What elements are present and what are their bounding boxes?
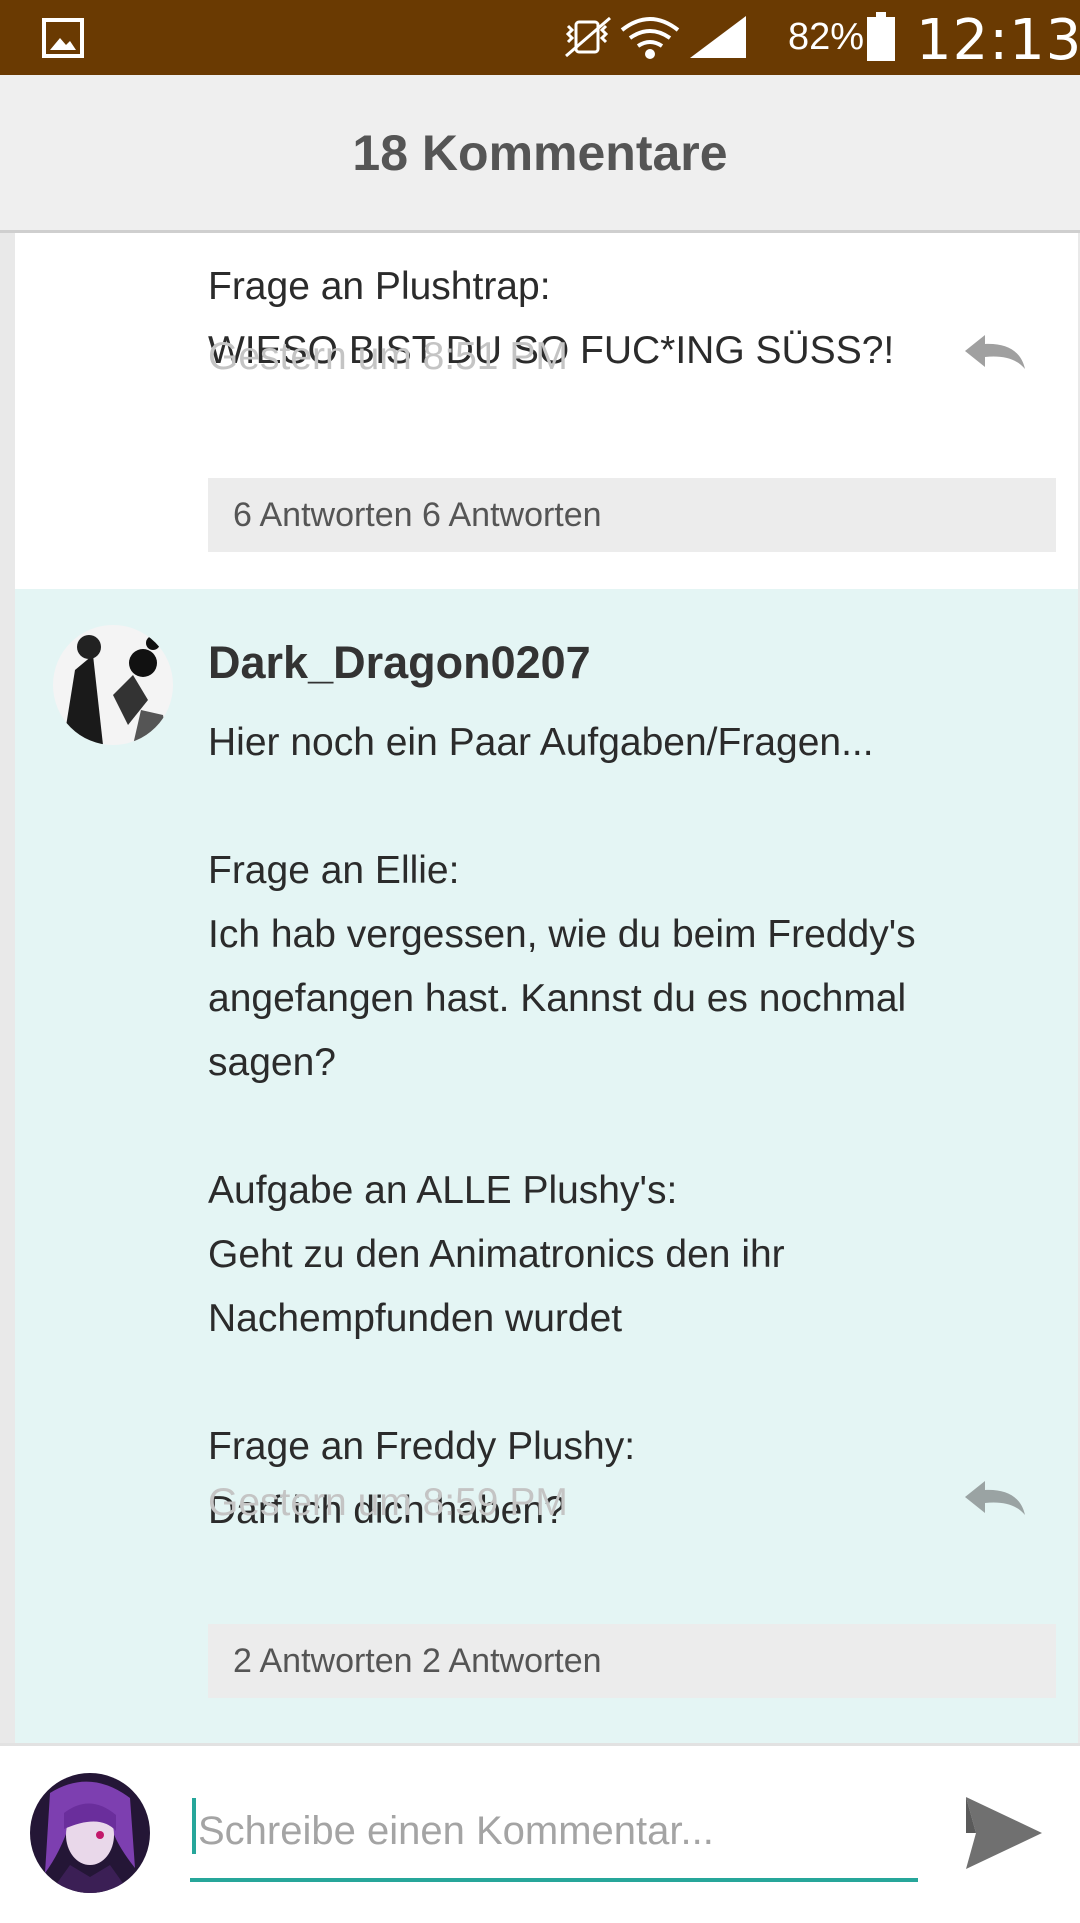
- comment-line: Frage an Freddy Plushy:: [208, 1425, 636, 1468]
- comment-input[interactable]: [196, 1786, 915, 1876]
- view-replies-button[interactable]: 6 Antworten 6 Antworten: [208, 478, 1056, 552]
- wifi-icon: [620, 17, 680, 59]
- comment-line: sagen?: [208, 1041, 336, 1084]
- status-icons: [565, 16, 746, 59]
- comment-item[interactable]: Frage an Plushtrap: WIESO BIST DU SO FUC…: [15, 233, 1078, 589]
- clock: 12:13: [916, 8, 1080, 73]
- comment-line: Frage an Ellie:: [208, 849, 460, 892]
- comment-text: Hier noch ein Paar Aufgaben/Fragen... Fr…: [208, 711, 916, 1543]
- comment-line: [208, 1351, 916, 1415]
- battery-percent: 82%: [788, 16, 865, 58]
- signal-icon: [690, 16, 746, 58]
- gallery-icon: [42, 18, 84, 58]
- view-replies-button[interactable]: 2 Antworten 2 Antworten: [208, 1624, 1056, 1698]
- comment-username[interactable]: Dark_Dragon0207: [208, 637, 591, 689]
- comment-line: angefangen hast. Kannst du es nochmal: [208, 977, 907, 1020]
- comment-line: [208, 1095, 916, 1159]
- vibrate-icon: [565, 16, 611, 58]
- status-bar: 82% 12:13: [0, 0, 1080, 75]
- my-avatar-image: [30, 1773, 150, 1893]
- header: 18 Kommentare: [0, 75, 1080, 233]
- send-icon[interactable]: [962, 1791, 1046, 1875]
- comment-timestamp: Gestern um 8:51 PM: [208, 335, 568, 378]
- comment-line: Frage an Plushtrap:: [208, 265, 551, 308]
- battery-icon: [867, 12, 895, 61]
- avatar[interactable]: [53, 625, 173, 745]
- comment-line: [208, 775, 916, 839]
- comment-line: Ich hab vergessen, wie du beim Freddy's: [208, 913, 916, 956]
- comment-timestamp: Gestern um 8:59 PM: [208, 1481, 568, 1524]
- comment-line: Hier noch ein Paar Aufgaben/Fragen...: [208, 721, 874, 764]
- reply-icon[interactable]: [963, 331, 1027, 371]
- comment-list[interactable]: Frage an Plushtrap: WIESO BIST DU SO FUC…: [15, 233, 1078, 1743]
- reply-icon[interactable]: [963, 1477, 1027, 1517]
- comment-line: Aufgabe an ALLE Plushy's:: [208, 1169, 678, 1212]
- comment-composer: [0, 1743, 1080, 1923]
- page-title: 18 Kommentare: [352, 124, 728, 181]
- my-avatar[interactable]: [30, 1773, 150, 1893]
- avatar-image: [53, 625, 173, 745]
- comment-line: Nachempfunden wurdet: [208, 1297, 623, 1340]
- comment-item[interactable]: Dark_Dragon0207 Hier noch ein Paar Aufga…: [15, 589, 1078, 1743]
- comment-line: Geht zu den Animatronics den ihr: [208, 1233, 785, 1276]
- comment-field[interactable]: [190, 1786, 918, 1882]
